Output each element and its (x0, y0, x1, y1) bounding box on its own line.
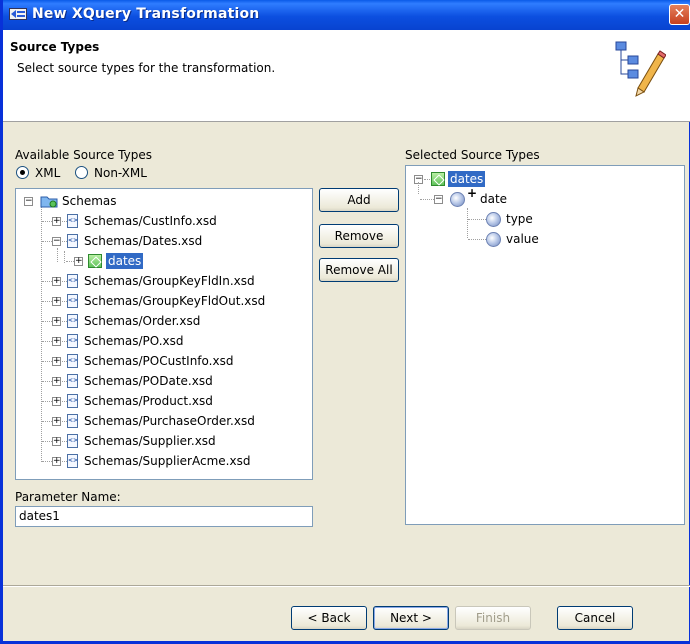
selected-source-types-label: Selected Source Types (405, 148, 540, 162)
xsd-file-icon: <> (67, 414, 78, 428)
expand-icon[interactable]: + (52, 337, 61, 346)
collapse-icon[interactable]: − (434, 195, 443, 204)
xsd-file-icon: <> (67, 334, 78, 348)
tree-item-label: Schemas/GroupKeyFldOut.xsd (84, 294, 266, 308)
tree-item-label: Schemas/CustInfo.xsd (84, 214, 217, 228)
next-button[interactable]: Next > (373, 606, 449, 630)
xsd-file-icon: <> (67, 314, 78, 328)
finish-button[interactable]: Finish (455, 606, 531, 630)
expand-icon[interactable]: + (52, 217, 61, 226)
xsd-file-icon: <> (67, 214, 78, 228)
wizard-header: Source Types Select source types for the… (3, 30, 690, 122)
page-title: Source Types (10, 40, 100, 54)
xquery-window-icon (9, 7, 27, 21)
title-bar[interactable]: New XQuery Transformation ✕ (3, 0, 690, 30)
tree-item-label: dates (106, 253, 144, 269)
expand-icon[interactable]: + (52, 397, 61, 406)
tree-item-label: Schemas/Product.xsd (84, 394, 213, 408)
xml-element-icon (88, 254, 102, 268)
close-button[interactable]: ✕ (669, 4, 690, 25)
tree-item-label: Schemas/PO.xsd (84, 334, 184, 348)
wizard-pencil-icon (610, 38, 667, 98)
remove-all-button[interactable]: Remove All (319, 258, 399, 282)
non-xml-radio-label: Non-XML (94, 166, 147, 180)
expand-icon[interactable]: + (74, 257, 83, 266)
xsd-file-icon: <> (67, 234, 78, 248)
selected-leaf-label: value (506, 232, 539, 246)
footer-separator (3, 585, 690, 587)
tree-root-label: Schemas (62, 194, 117, 208)
expand-icon[interactable]: + (52, 357, 61, 366)
xsd-file-icon: <> (67, 354, 78, 368)
xsd-file-icon: <> (67, 274, 78, 288)
tree-connector (468, 219, 486, 220)
xsd-file-icon: <> (67, 374, 78, 388)
expand-icon[interactable]: + (52, 277, 61, 286)
xml-radio-label: XML (35, 166, 61, 180)
parameter-name-label: Parameter Name: (15, 490, 121, 504)
xml-radio[interactable] (16, 166, 29, 179)
tree-item-label: Schemas/PODate.xsd (84, 374, 213, 388)
remove-button[interactable]: Remove (319, 224, 399, 248)
xml-element-icon (431, 172, 445, 186)
tree-connector (467, 208, 468, 238)
collapse-icon[interactable]: − (24, 197, 33, 206)
xsd-file-icon: <> (67, 394, 78, 408)
add-button[interactable]: Add (319, 188, 399, 212)
tree-item-label: Schemas/GroupKeyFldIn.xsd (84, 274, 255, 288)
back-button[interactable]: < Back (291, 606, 367, 630)
xsd-file-icon: <> (67, 454, 78, 468)
collapse-icon[interactable]: − (52, 237, 61, 246)
tree-connector (420, 199, 434, 200)
expand-icon[interactable]: + (52, 437, 61, 446)
tree-item-label: Schemas/Dates.xsd (84, 234, 203, 248)
element-ball-icon (450, 192, 465, 207)
available-source-types-label: Available Source Types (15, 148, 152, 162)
schema-folder-icon (40, 194, 58, 213)
tree-connector (468, 239, 486, 240)
tree-item-label: Schemas/PurchaseOrder.xsd (84, 414, 255, 428)
xsd-file-icon: <> (67, 294, 78, 308)
tree-connector (424, 179, 430, 180)
selected-leaf-label: type (506, 212, 533, 226)
tree-item-label: Schemas/POCustInfo.xsd (84, 354, 234, 368)
tree-item-label: Schemas/Supplier.xsd (84, 434, 216, 448)
tree-item-label: Schemas/SupplierAcme.xsd (84, 454, 251, 468)
window-title: New XQuery Transformation (32, 6, 260, 22)
expand-icon[interactable]: + (52, 317, 61, 326)
attribute-ball-icon (486, 212, 501, 227)
expand-icon[interactable]: + (52, 457, 61, 466)
selected-types-tree[interactable]: − dates − + date type value (405, 165, 685, 525)
tree-connector (418, 182, 419, 194)
tree-item-label: Schemas/Order.xsd (84, 314, 201, 328)
dialog-window: New XQuery Transformation ✕ Source Types… (0, 0, 690, 644)
non-xml-radio[interactable] (75, 166, 88, 179)
parameter-name-input[interactable]: dates1 (15, 506, 313, 527)
expand-icon[interactable]: + (52, 297, 61, 306)
page-description: Select source types for the transformati… (17, 61, 276, 75)
expand-icon[interactable]: + (52, 417, 61, 426)
repeat-marker: + (467, 186, 478, 200)
available-types-tree[interactable]: − Schemas + <> Schemas/CustInfo.xsd − <> Sche… (15, 188, 313, 480)
expand-icon[interactable]: + (52, 377, 61, 386)
cancel-button[interactable]: Cancel (557, 606, 633, 630)
attribute-ball-icon (486, 232, 501, 247)
xsd-file-icon: <> (67, 434, 78, 448)
close-icon: ✕ (673, 6, 686, 22)
selected-child-label: date (480, 192, 508, 206)
